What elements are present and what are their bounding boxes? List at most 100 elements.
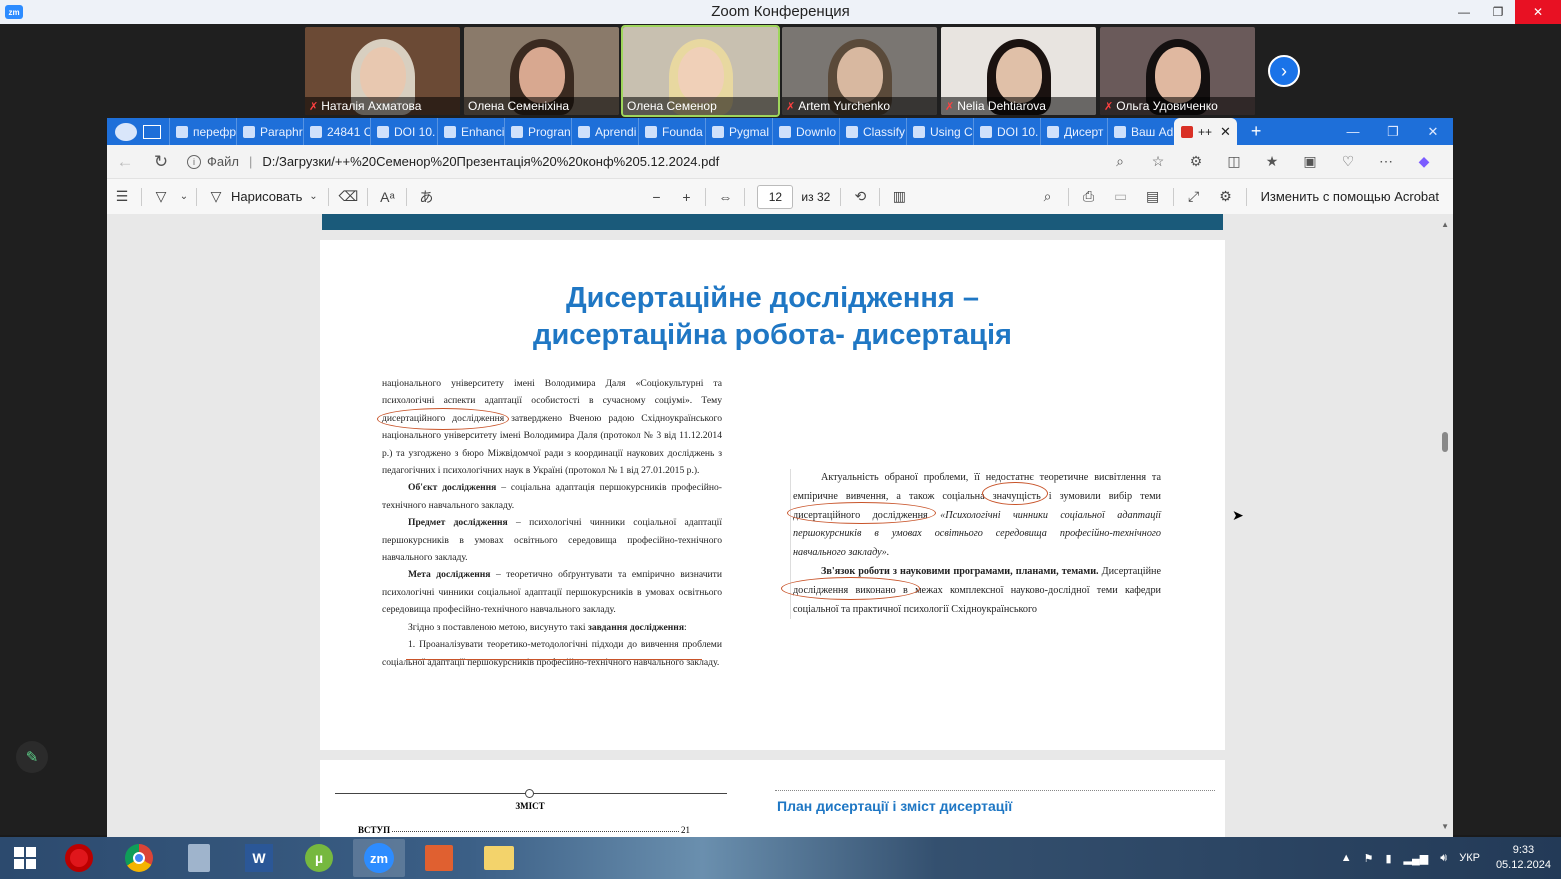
browser-tab[interactable]: DOI 10. bbox=[370, 118, 437, 145]
clock[interactable]: 9:33 05.12.2024 bbox=[1496, 843, 1551, 873]
draw-button[interactable]: Нарисовать bbox=[231, 189, 302, 204]
browser-restore-button[interactable]: ❐ bbox=[1373, 118, 1413, 145]
action-center-icon[interactable]: ⚑ bbox=[1364, 852, 1374, 865]
close-button[interactable]: ✕ bbox=[1515, 0, 1561, 24]
participant-tile[interactable]: Олена Семеніхіна bbox=[464, 27, 619, 115]
edit-with-acrobat-button[interactable]: Изменить с помощью Acrobat bbox=[1261, 189, 1439, 204]
document-paragraph: Мета дослідження – теоретично обґрунтува… bbox=[382, 569, 722, 616]
more-menu-icon[interactable]: ⋯ bbox=[1367, 153, 1405, 170]
tab-favicon-icon bbox=[645, 125, 657, 138]
close-tab-icon[interactable]: ✕ bbox=[1220, 124, 1231, 140]
taskbar-presentation[interactable] bbox=[413, 839, 465, 877]
fit-page-icon[interactable]: ⇔ bbox=[710, 189, 740, 205]
participant-tile[interactable]: ✗ Наталія Ахматова bbox=[305, 27, 460, 115]
browser-tab[interactable]: перефр bbox=[169, 118, 236, 145]
save-icon[interactable]: ▭ bbox=[1105, 188, 1137, 205]
collections-icon[interactable]: ▣ bbox=[1291, 153, 1329, 170]
taskbar-chrome[interactable] bbox=[113, 839, 165, 877]
profile-avatar-icon[interactable] bbox=[115, 122, 137, 141]
battery-icon[interactable]: ▮ bbox=[1385, 852, 1391, 865]
tray-expand-icon[interactable]: ▲ bbox=[1341, 852, 1352, 864]
page-number-input[interactable]: 12 bbox=[757, 184, 794, 209]
url-text[interactable]: D:/Загрузки/++%20Семенор%20Презентація%2… bbox=[262, 154, 719, 169]
maximize-button[interactable]: ❐ bbox=[1481, 0, 1515, 24]
eraser-icon[interactable]: ⌫ bbox=[333, 188, 363, 205]
browser-tab[interactable]: ++ ✕ bbox=[1174, 118, 1237, 145]
participant-name: ✗ Наталія Ахматова bbox=[305, 97, 460, 115]
favorites-icon[interactable]: ★ bbox=[1253, 153, 1291, 170]
browser-tab[interactable]: 24841 C bbox=[303, 118, 370, 145]
browser-close-button[interactable]: ✕ bbox=[1413, 118, 1453, 145]
tab-favicon-icon bbox=[712, 125, 724, 138]
browser-tab[interactable]: Enhanci bbox=[437, 118, 504, 145]
browser-tab[interactable]: Progran bbox=[504, 118, 571, 145]
muted-mic-icon: ✗ bbox=[786, 101, 796, 113]
browser-tab[interactable]: Downlo bbox=[772, 118, 839, 145]
taskbar-opera[interactable] bbox=[53, 839, 105, 877]
favorite-star-icon[interactable]: ☆ bbox=[1139, 153, 1177, 170]
info-icon[interactable]: i bbox=[187, 154, 201, 169]
browser-tab[interactable]: Using C bbox=[906, 118, 973, 145]
zoom-out-button[interactable]: − bbox=[641, 189, 671, 205]
copilot-icon[interactable]: ◆ bbox=[1405, 153, 1443, 170]
browser-tab-bar: перефр Paraphr 24841 C DOI 10. Enhanci Progra… bbox=[107, 118, 1453, 145]
translate-icon[interactable]: あ bbox=[411, 187, 441, 207]
zoom-in-button[interactable]: + bbox=[671, 189, 701, 205]
participant-tile[interactable]: ✗ Nelia Dehtiarova bbox=[941, 27, 1096, 115]
scroll-thumb[interactable] bbox=[1442, 432, 1448, 452]
tab-favicon-icon bbox=[913, 125, 925, 138]
participant-tile[interactable]: ✗ Ольга Удовиченко bbox=[1100, 27, 1255, 115]
browser-tab[interactable]: Paraphr bbox=[236, 118, 303, 145]
settings-gear-icon[interactable]: ⚙ bbox=[1210, 188, 1242, 205]
taskbar-calculator[interactable] bbox=[173, 839, 225, 877]
split-screen-icon[interactable]: ◫ bbox=[1215, 153, 1253, 170]
draw-icon[interactable]: ▽ bbox=[201, 188, 231, 205]
search-icon[interactable]: ⌕ bbox=[1032, 188, 1064, 205]
back-button[interactable]: ← bbox=[107, 152, 143, 172]
print-icon[interactable]: ⎙ bbox=[1073, 188, 1105, 205]
browser-minimize-button[interactable]: — bbox=[1333, 118, 1373, 145]
draw-chevron-icon[interactable]: ⌄ bbox=[302, 191, 324, 202]
zoom-icon[interactable]: ⌕ bbox=[1101, 153, 1139, 170]
tab-actions-icon[interactable] bbox=[143, 124, 161, 139]
taskbar-utorrent[interactable]: µ bbox=[293, 839, 345, 877]
browser-tab[interactable]: Classify bbox=[839, 118, 906, 145]
extensions-icon[interactable]: ⚙ bbox=[1177, 153, 1215, 170]
taskbar-word[interactable]: W bbox=[233, 839, 285, 877]
volume-icon[interactable]: 🔊︎ bbox=[1440, 852, 1447, 865]
tab-favicon-icon bbox=[310, 125, 322, 138]
vertical-scrollbar[interactable]: ▲ ▼ bbox=[1437, 214, 1453, 837]
annotate-pen-button[interactable]: ✎ bbox=[16, 741, 48, 773]
taskbar-explorer[interactable] bbox=[473, 839, 525, 877]
participant-name: ✗ Nelia Dehtiarova bbox=[941, 97, 1096, 115]
language-indicator[interactable]: УКР bbox=[1459, 852, 1480, 864]
participant-tile[interactable]: Олена Семенор bbox=[621, 25, 780, 117]
chevron-down-icon[interactable]: ⌄ bbox=[176, 191, 192, 202]
page-view-icon[interactable]: ▥ bbox=[884, 188, 914, 205]
taskbar-zoom[interactable]: zm bbox=[353, 839, 405, 877]
gallery-next-button[interactable]: › bbox=[1268, 55, 1300, 87]
url-field[interactable]: i Файл | D:/Загрузки/++%20Семенор%20През… bbox=[187, 154, 719, 169]
save-as-icon[interactable]: ▤ bbox=[1137, 188, 1169, 205]
browser-tab[interactable]: Aprendi bbox=[571, 118, 638, 145]
refresh-button[interactable]: ↻ bbox=[143, 152, 179, 172]
start-button[interactable] bbox=[5, 837, 45, 879]
rotate-icon[interactable]: ⟲ bbox=[845, 188, 875, 205]
browser-tab[interactable]: Ваш Ad bbox=[1107, 118, 1174, 145]
participant-tile[interactable]: ✗ Artem Yurchenko bbox=[782, 27, 937, 115]
network-icon[interactable]: ▂▄▆ bbox=[1404, 852, 1429, 865]
browser-tab[interactable]: DOI 10. bbox=[973, 118, 1040, 145]
browser-tab[interactable]: Дисерт bbox=[1040, 118, 1107, 145]
new-tab-button[interactable]: + bbox=[1251, 121, 1262, 142]
scroll-up-icon[interactable]: ▲ bbox=[1441, 220, 1449, 229]
fullscreen-icon[interactable]: ⤢ bbox=[1178, 188, 1210, 205]
browser-tab[interactable]: Founda bbox=[638, 118, 705, 145]
url-separator: | bbox=[248, 154, 253, 169]
scroll-down-icon[interactable]: ▼ bbox=[1441, 822, 1449, 831]
highlight-icon[interactable]: ▽ bbox=[146, 188, 176, 205]
minimize-button[interactable]: — bbox=[1447, 0, 1481, 24]
browser-tab[interactable]: Pygmal bbox=[705, 118, 772, 145]
browser-essentials-icon[interactable]: ♡ bbox=[1329, 153, 1367, 170]
read-aloud-icon[interactable]: Aᵃ bbox=[372, 189, 402, 205]
contents-icon[interactable]: ☰ bbox=[107, 188, 137, 205]
